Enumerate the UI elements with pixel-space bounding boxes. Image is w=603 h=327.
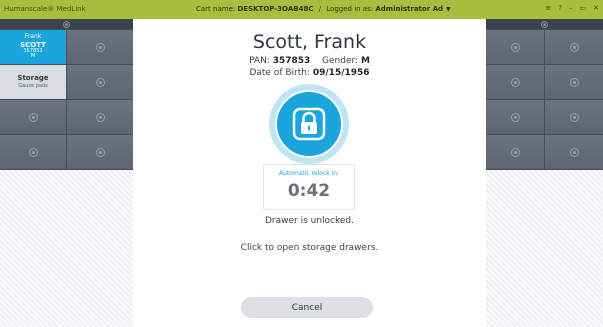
app-brand: Humanscale® MedLink [4, 5, 86, 13]
drawer-empty[interactable] [486, 135, 544, 169]
drawer-ring-icon [28, 112, 38, 122]
dob-label: Date of Birth: [249, 68, 310, 78]
unlock-dialog: Scott, Frank PAN: 357853 Gender: M Date … [133, 19, 486, 327]
menu-icon[interactable]: ≡ [545, 4, 551, 12]
drawer-empty[interactable] [545, 135, 603, 169]
drawer-ring-icon [63, 20, 70, 28]
left-drawer-panel: Frank SCOTT 357853 M Storage Gauze pads [0, 19, 133, 327]
patient-dob-line: Date of Birth: 09/15/1956 [133, 68, 486, 78]
drawer-storage-subtitle: Gauze pads [18, 83, 48, 90]
cart-info: Cart name: DESKTOP-3OAB48C / Logged in a… [196, 5, 451, 13]
drawer-empty[interactable] [67, 65, 133, 99]
drawer-ring-icon [569, 112, 579, 122]
gender-label: Gender: [322, 56, 359, 66]
gender-value: M [360, 56, 370, 66]
drawer-empty[interactable] [545, 100, 603, 134]
right-drawer-grid [486, 29, 603, 170]
drawer-patient-first: Frank [24, 32, 42, 40]
close-icon[interactable]: ✕ [593, 4, 599, 12]
help-icon[interactable]: ? [558, 4, 562, 12]
pan-label: PAN: [249, 56, 270, 66]
minimize-icon[interactable]: – [569, 4, 573, 12]
drawer-patient-gender: M [30, 53, 36, 60]
right-drawer-panel [486, 19, 603, 327]
window-controls: ≡ ? – ▭ ✕ [545, 4, 599, 12]
relock-timer: Automatic relock in: 0:42 [263, 164, 355, 210]
patient-name: Scott, Frank [252, 31, 367, 53]
drawer-ring-icon [95, 112, 105, 122]
cart-label: Cart name: [196, 5, 236, 13]
drawer-patient-frank-scott[interactable]: Frank SCOTT 357853 M [0, 30, 66, 64]
left-drawer-grid: Frank SCOTT 357853 M Storage Gauze pads [0, 29, 133, 170]
drawer-empty[interactable] [545, 30, 603, 64]
drawer-empty[interactable] [486, 30, 544, 64]
drawer-ring-icon [95, 42, 105, 52]
cart-name: DESKTOP-3OAB48C [237, 5, 314, 13]
drawer-ring-icon [28, 147, 38, 157]
drawer-status-text: Drawer is unlocked. [264, 216, 355, 226]
drawer-lock-button-inner [275, 90, 343, 158]
drawer-empty[interactable] [0, 100, 66, 134]
drawer-empty[interactable] [67, 135, 133, 169]
drawer-ring-icon [510, 77, 520, 87]
title-bar: Humanscale® MedLink Cart name: DESKTOP-3… [0, 0, 603, 19]
drawer-ring-icon [510, 147, 520, 157]
relock-label: Automatic relock in: [278, 170, 340, 177]
drawer-empty[interactable] [486, 65, 544, 99]
drawer-ring-icon [510, 112, 520, 122]
chevron-down-icon[interactable]: ▼ [446, 6, 451, 13]
drawer-ring-icon [95, 147, 105, 157]
drawer-ring-icon [95, 77, 105, 87]
right-panel-header [486, 19, 603, 29]
left-panel-header [0, 19, 133, 29]
drawer-ring-icon [569, 147, 579, 157]
drawer-ring-icon [569, 77, 579, 87]
drawer-lock-button[interactable] [269, 84, 349, 164]
open-drawers-hint: Click to open storage drawers. [240, 243, 379, 253]
cart-separator: / [318, 5, 322, 13]
dob-value: 09/15/1956 [312, 68, 370, 78]
logged-in-label: Logged in as: [326, 5, 374, 13]
cancel-button[interactable]: Cancel [241, 297, 373, 318]
drawer-empty[interactable] [545, 65, 603, 99]
drawer-ring-icon [541, 20, 548, 28]
user-menu[interactable]: Administrator Ad [375, 5, 443, 13]
drawer-ring-icon [569, 42, 579, 52]
patient-id-line: PAN: 357853 Gender: M [133, 56, 486, 66]
drawer-storage-title: Storage [17, 74, 49, 83]
drawer-empty[interactable] [0, 135, 66, 169]
drawer-empty[interactable] [486, 100, 544, 134]
lock-icon [292, 107, 326, 141]
pan-value: 357853 [272, 56, 311, 66]
drawer-empty[interactable] [67, 30, 133, 64]
drawer-empty[interactable] [67, 100, 133, 134]
drawer-ring-icon [510, 42, 520, 52]
maximize-icon[interactable]: ▭ [580, 4, 587, 12]
relock-countdown: 0:42 [287, 181, 331, 201]
drawer-storage[interactable]: Storage Gauze pads [0, 65, 66, 99]
